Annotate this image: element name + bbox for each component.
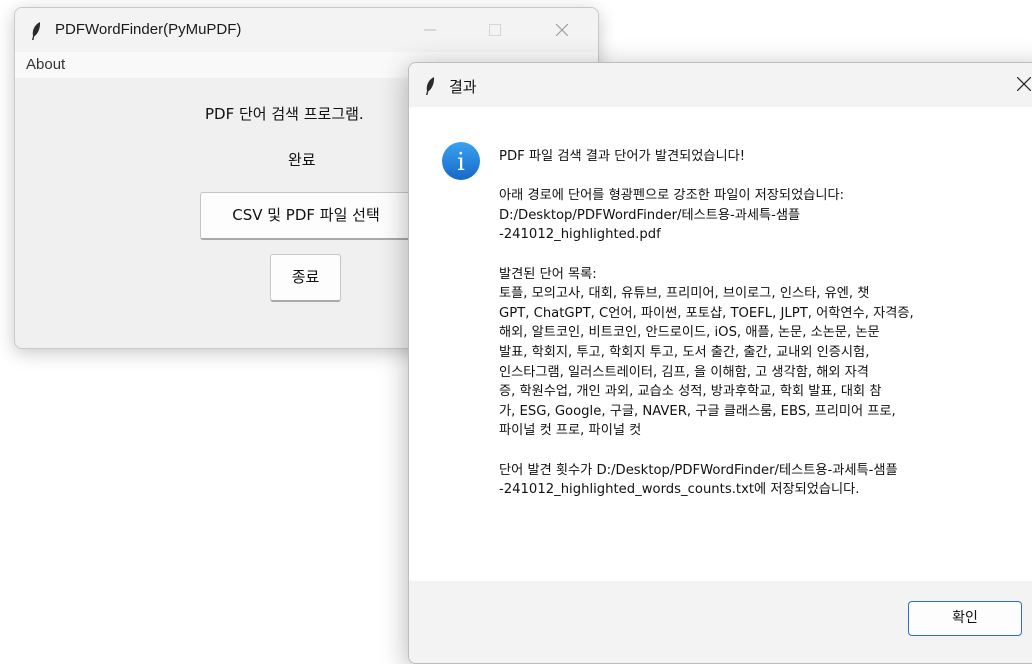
message-line: 증, 학원수업, 개인 과외, 교습소 성적, 방과후학교, 학회 발표, 대회… (499, 384, 882, 400)
window-title: PDFWordFinder(PyMuPDF) (55, 21, 242, 38)
message-line: 해외, 알트코인, 비트코인, 안드로이드, iOS, 애플, 논문, 소논문,… (499, 325, 880, 341)
status-label: 완료 (288, 151, 316, 169)
feather-icon (32, 22, 41, 40)
message-line: 가, ESG, Google, 구글, NAVER, 구글 클래스룸, EBS,… (499, 403, 896, 419)
dialog-title-bar[interactable]: 결과 (409, 63, 1032, 107)
info-icon: i (442, 142, 480, 180)
message-line: D:/Desktop/PDFWordFinder/테스트용-과세특-샘플 (499, 207, 801, 223)
quit-button[interactable]: 종료 (270, 254, 341, 302)
dialog-message: PDF 파일 검색 결과 단어가 발견되었습니다! 아래 경로에 단어를 형광펜… (499, 147, 1019, 500)
menu-about[interactable]: About (26, 56, 65, 73)
minimize-icon (424, 29, 436, 31)
message-line: 발표, 학회지, 투고, 학회지 투고, 도서 출간, 출간, 교내외 인증시험… (499, 344, 870, 360)
main-title-bar[interactable]: PDFWordFinder(PyMuPDF) (15, 8, 598, 52)
dialog-close-button[interactable] (1005, 71, 1032, 99)
maximize-button[interactable] (475, 16, 515, 44)
close-icon (556, 24, 568, 36)
message-line: -241012_highlighted.pdf (499, 227, 661, 243)
message-line: 단어 발견 횟수가 D:/Desktop/PDFWordFinder/테스트용-… (499, 462, 898, 478)
minimize-button[interactable] (410, 16, 450, 44)
message-line: 인스타그램, 일러스트레이터, 김프, 을 이해함, 고 생각함, 해외 자격 (499, 364, 869, 380)
message-line: PDF 파일 검색 결과 단어가 발견되었습니다! (499, 149, 746, 164)
close-icon (1017, 77, 1031, 91)
dialog-footer: 확인 (409, 581, 1032, 663)
ok-button[interactable]: 확인 (908, 601, 1022, 636)
message-line: 토플, 모의고사, 대회, 유튜브, 프리미어, 브이로그, 인스타, 유엔, … (499, 286, 870, 302)
dialog-title: 결과 (449, 78, 477, 96)
message-line: 발견된 단어 목록: (499, 266, 597, 282)
maximize-icon (489, 24, 501, 36)
result-dialog: 결과 i PDF 파일 검색 결과 단어가 발견되었습니다! 아래 경로에 단어… (408, 62, 1032, 664)
message-line: -241012_highlighted_words_counts.txt에 저장… (499, 482, 860, 498)
message-line: 아래 경로에 단어를 형광펜으로 강조한 파일이 저장되었습니다: (499, 188, 845, 204)
message-line: GPT, ChatGPT, C언어, 파이썬, 포토샵, TOEFL, JLPT… (499, 305, 914, 321)
program-title: PDF 단어 검색 프로그램. (205, 105, 364, 123)
dialog-body: i PDF 파일 검색 결과 단어가 발견되었습니다! 아래 경로에 단어를 형… (409, 107, 1032, 581)
select-files-button[interactable]: CSV 및 PDF 파일 선택 (200, 192, 412, 240)
feather-icon (426, 77, 435, 95)
close-button[interactable] (542, 16, 582, 44)
message-line: 파이널 컷 프로, 파이널 컷 (499, 423, 642, 439)
